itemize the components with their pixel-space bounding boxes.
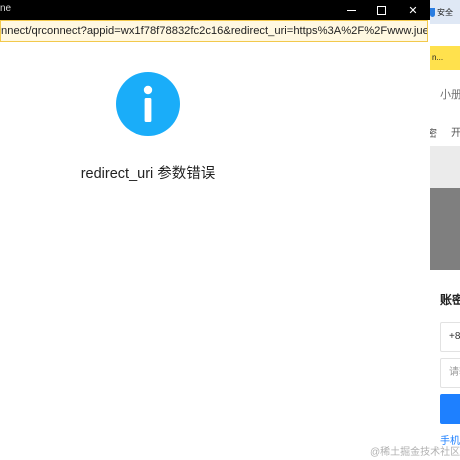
close-button[interactable]: ✕ bbox=[398, 0, 428, 20]
sub-nav: 密 开 bbox=[430, 116, 460, 146]
notification-text: n... bbox=[432, 53, 444, 62]
maximize-button[interactable] bbox=[366, 0, 396, 20]
info-circle-icon bbox=[116, 72, 180, 136]
login-button[interactable] bbox=[440, 394, 460, 424]
address-bar[interactable] bbox=[0, 20, 428, 42]
url-field[interactable] bbox=[1, 21, 427, 41]
phone-input[interactable]: +8 bbox=[440, 322, 460, 352]
shield-icon bbox=[430, 7, 435, 17]
modal-backdrop bbox=[430, 188, 460, 270]
oauth-popup-window: ne ✕ redirect_uri 参数错误 bbox=[0, 0, 430, 460]
nav-link-booklet[interactable]: 小册 bbox=[440, 86, 460, 102]
window-titlebar[interactable]: ne ✕ bbox=[0, 0, 430, 20]
country-code: +8 bbox=[449, 331, 460, 342]
verification-code-input[interactable]: 请输 bbox=[440, 358, 460, 388]
security-indicator[interactable]: 安全 bbox=[430, 4, 460, 20]
minimize-button[interactable] bbox=[336, 0, 366, 20]
maximize-icon bbox=[376, 5, 386, 15]
minimize-icon bbox=[346, 9, 356, 11]
window-title: ne bbox=[0, 3, 12, 14]
login-modal: 账密 +8 请输 手机 bbox=[430, 270, 460, 460]
sub-nav-item[interactable]: 密 bbox=[430, 125, 437, 140]
login-modal-title: 账密 bbox=[440, 293, 460, 307]
notification-bar[interactable]: n... bbox=[430, 46, 460, 70]
site-header: 小册 bbox=[430, 70, 460, 117]
error-message: redirect_uri 参数错误 bbox=[80, 166, 216, 182]
browser-toolbar: 安全 bbox=[430, 0, 460, 24]
watermark: @稀土掘金技术社区 bbox=[370, 447, 460, 458]
code-placeholder: 请输 bbox=[449, 367, 460, 378]
close-icon: ✕ bbox=[408, 4, 418, 17]
page-content-strip bbox=[430, 146, 460, 188]
background-page: 安全 n... 小册 密 开 账密 +8 请输 手机 bbox=[430, 0, 460, 460]
sub-nav-item[interactable]: 开 bbox=[451, 124, 460, 139]
security-label: 安全 bbox=[437, 7, 453, 17]
